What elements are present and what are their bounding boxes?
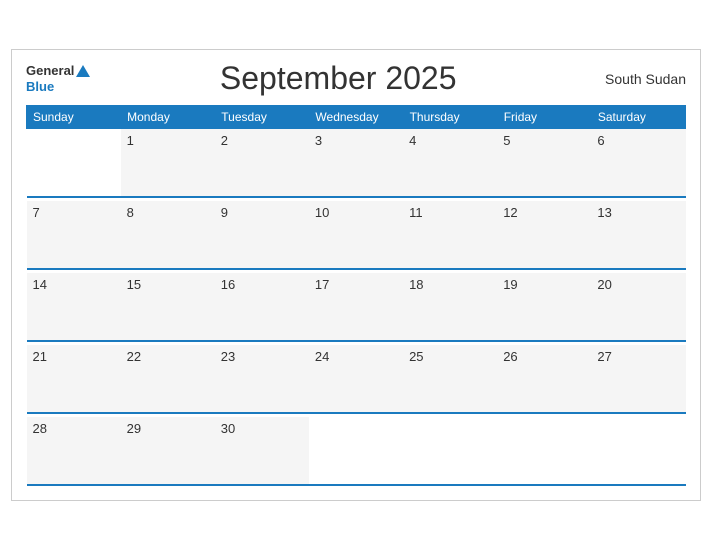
calendar-day-cell: 6 — [591, 129, 685, 197]
calendar-day-cell: 20 — [591, 273, 685, 341]
calendar-day-cell: 1 — [121, 129, 215, 197]
calendar-day-cell: 12 — [497, 201, 591, 269]
calendar-day-cell: 3 — [309, 129, 403, 197]
calendar-week-row: 282930 — [27, 417, 686, 485]
header-thursday: Thursday — [403, 106, 497, 129]
calendar-day-cell: 29 — [121, 417, 215, 485]
calendar-day-cell: 14 — [27, 273, 121, 341]
calendar-day-cell: 25 — [403, 345, 497, 413]
calendar-day-cell: 22 — [121, 345, 215, 413]
logo-blue-text: Blue — [26, 79, 54, 95]
header-sunday: Sunday — [27, 106, 121, 129]
calendar-day-cell: 7 — [27, 201, 121, 269]
header-saturday: Saturday — [591, 106, 685, 129]
calendar-day-cell: 27 — [591, 345, 685, 413]
calendar-day-cell: 23 — [215, 345, 309, 413]
weekday-header-row: Sunday Monday Tuesday Wednesday Thursday… — [27, 106, 686, 129]
calendar-day-cell: 30 — [215, 417, 309, 485]
calendar-title: September 2025 — [90, 60, 586, 97]
calendar-week-row: 78910111213 — [27, 201, 686, 269]
logo-general-text: General — [26, 63, 74, 79]
logo-area: General Blue — [26, 63, 90, 94]
region-label: South Sudan — [586, 71, 686, 87]
calendar-day-cell: 17 — [309, 273, 403, 341]
calendar-week-row: 21222324252627 — [27, 345, 686, 413]
calendar-day-cell: 19 — [497, 273, 591, 341]
calendar-day-cell — [403, 417, 497, 485]
calendar-container: General Blue September 2025 South Sudan … — [11, 49, 701, 501]
header-tuesday: Tuesday — [215, 106, 309, 129]
calendar-grid: Sunday Monday Tuesday Wednesday Thursday… — [26, 105, 686, 486]
calendar-day-cell: 15 — [121, 273, 215, 341]
calendar-day-cell — [497, 417, 591, 485]
header-monday: Monday — [121, 106, 215, 129]
calendar-day-cell: 8 — [121, 201, 215, 269]
calendar-day-cell — [27, 129, 121, 197]
calendar-day-cell: 24 — [309, 345, 403, 413]
calendar-week-row: 14151617181920 — [27, 273, 686, 341]
calendar-day-cell: 4 — [403, 129, 497, 197]
calendar-day-cell: 16 — [215, 273, 309, 341]
calendar-day-cell — [591, 417, 685, 485]
calendar-day-cell: 10 — [309, 201, 403, 269]
header-friday: Friday — [497, 106, 591, 129]
calendar-day-cell — [309, 417, 403, 485]
calendar-day-cell: 18 — [403, 273, 497, 341]
calendar-day-cell: 26 — [497, 345, 591, 413]
calendar-day-cell: 9 — [215, 201, 309, 269]
logo-triangle-icon — [76, 65, 90, 77]
calendar-week-row: 123456 — [27, 129, 686, 197]
calendar-header: General Blue September 2025 South Sudan — [26, 60, 686, 97]
calendar-day-cell: 28 — [27, 417, 121, 485]
calendar-day-cell: 5 — [497, 129, 591, 197]
header-wednesday: Wednesday — [309, 106, 403, 129]
calendar-day-cell: 13 — [591, 201, 685, 269]
calendar-day-cell: 21 — [27, 345, 121, 413]
calendar-day-cell: 11 — [403, 201, 497, 269]
calendar-day-cell: 2 — [215, 129, 309, 197]
